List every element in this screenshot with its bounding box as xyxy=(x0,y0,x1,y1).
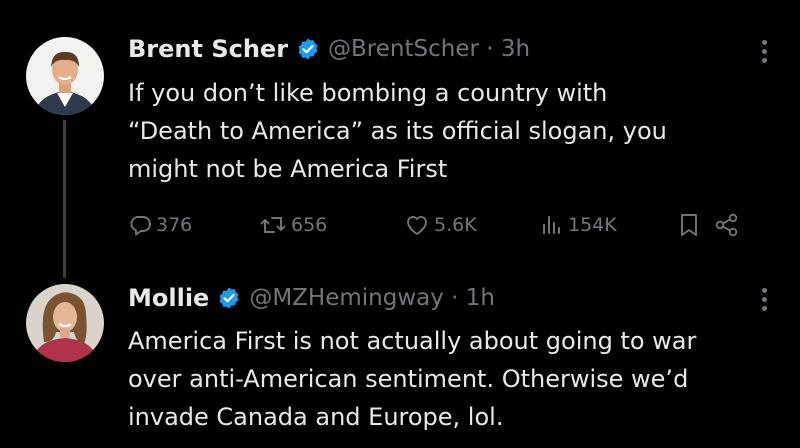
tweet-header: Brent Scher @BrentScher · 3h xyxy=(128,31,530,67)
bookmark-button[interactable] xyxy=(678,208,704,242)
tweet-header: Mollie @MZHemingway · 1h xyxy=(128,280,495,316)
tweet-text: America First is not actually about goin… xyxy=(128,322,778,436)
verified-badge-icon xyxy=(296,37,320,61)
thread-connector-line xyxy=(63,120,66,278)
repost-button[interactable]: 656 xyxy=(259,208,327,242)
tweet-text-line: invade Canada and Europe, lol. xyxy=(128,403,504,431)
author-name[interactable]: Mollie xyxy=(128,284,209,312)
author-handle-and-time[interactable]: @MZHemingway · 1h xyxy=(249,285,495,311)
tweet-text-line: “Death to America” as its official sloga… xyxy=(128,117,667,145)
views-button[interactable]: 154K xyxy=(540,208,617,242)
reply-count: 376 xyxy=(156,214,193,236)
views-count: 154K xyxy=(568,214,617,236)
repost-count: 656 xyxy=(291,214,328,236)
share-button[interactable] xyxy=(714,208,744,242)
tweet-brent-scher[interactable]: Brent Scher @BrentScher · 3h If you don’… xyxy=(0,0,800,280)
reply-button[interactable]: 376 xyxy=(128,208,192,242)
repost-icon xyxy=(260,217,286,233)
author-handle-and-time[interactable]: @BrentScher · 3h xyxy=(328,36,530,62)
tweet-text-line: If you don’t like bombing a country with xyxy=(128,79,608,107)
share-icon xyxy=(715,213,738,237)
like-button[interactable]: 5.6K xyxy=(404,208,477,242)
reply-icon xyxy=(130,216,151,236)
more-options-icon[interactable] xyxy=(762,288,768,318)
tweet-mollie[interactable]: Mollie @MZHemingway · 1h America First i… xyxy=(0,280,800,448)
bookmark-icon xyxy=(681,214,697,236)
views-icon xyxy=(543,216,560,234)
avatar-mollie[interactable] xyxy=(26,284,104,362)
more-options-icon[interactable] xyxy=(762,40,768,70)
tweet-text-line: over anti-American sentiment. Otherwise … xyxy=(128,365,689,393)
like-icon xyxy=(407,216,427,235)
tweet-text: If you don’t like bombing a country with… xyxy=(128,74,778,188)
tweet-text-line: America First is not actually about goin… xyxy=(128,327,697,355)
tweet-actions: 376 656 5.6K 154K xyxy=(128,208,768,242)
tweet-text-line: might not be America First xyxy=(128,155,448,183)
author-name[interactable]: Brent Scher xyxy=(128,35,288,63)
like-count: 5.6K xyxy=(434,214,477,236)
avatar-brent-scher[interactable] xyxy=(26,37,104,115)
verified-badge-icon xyxy=(217,286,241,310)
